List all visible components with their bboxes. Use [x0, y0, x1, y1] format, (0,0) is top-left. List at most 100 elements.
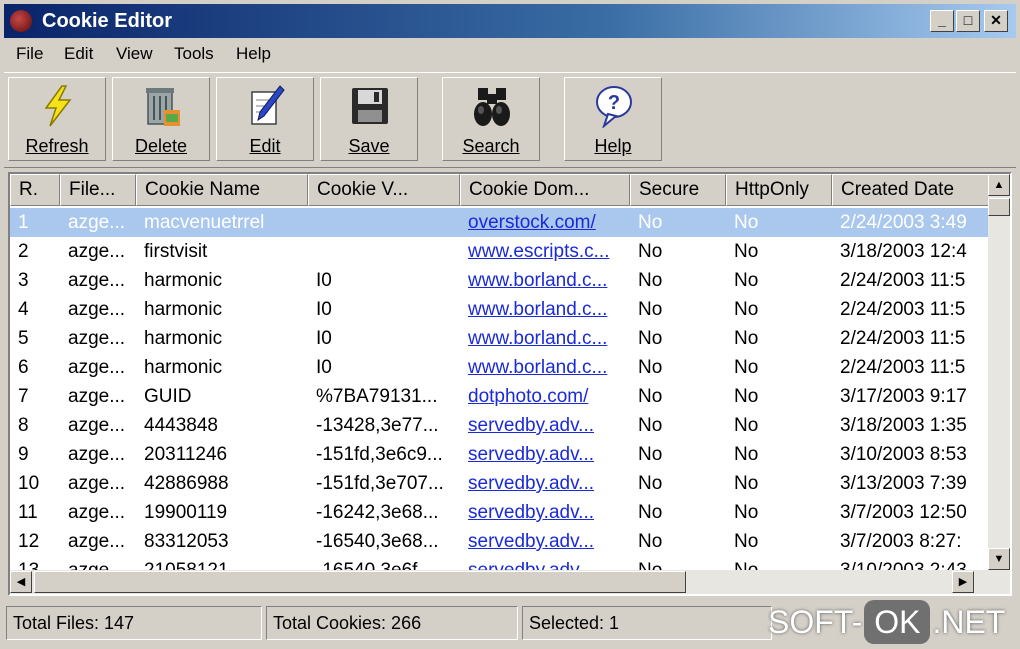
cell-cookie-domain[interactable]: servedby.adv... [460, 440, 630, 469]
cell-httponly: No [734, 270, 759, 291]
delete-label: Delete [134, 136, 188, 156]
column-header-httponly[interactable]: HttpOnly [726, 174, 832, 206]
cell-cookie-name: 42886988 [144, 473, 229, 494]
cell-cookie-name: firstvisit [144, 241, 208, 262]
scroll-up-icon[interactable]: ▲ [988, 174, 1010, 196]
cell-secure: No [638, 502, 663, 523]
column-header-cookie-domain[interactable]: Cookie Dom... [460, 174, 630, 206]
cell-cookie-name: 20311246 [144, 444, 228, 465]
table-row[interactable]: 3 azge... harmonic I0 www.borland.c... No No 2/… [10, 266, 990, 295]
close-button[interactable]: ✕ [984, 10, 1008, 32]
search-button[interactable]: Search [442, 77, 540, 161]
column-header-created-date[interactable]: Created Date [832, 174, 990, 206]
refresh-button[interactable]: Refresh [8, 77, 106, 161]
cell-file: azge... [68, 473, 126, 494]
table-row[interactable]: 8 azge... 4443848 -13428,3e77... servedby.ad… [10, 411, 990, 440]
vertical-scrollbar[interactable]: ▲ ▼ [988, 174, 1010, 570]
horizontal-scroll-thumb[interactable] [34, 571, 686, 593]
cell-cookie-name: GUID [144, 386, 192, 407]
table-row[interactable]: 2 azge... firstvisit www.escripts.c... No No 3… [10, 237, 990, 266]
help-button[interactable]: ? Help [564, 77, 662, 161]
cell-r: 1 [18, 212, 29, 233]
pen-icon [251, 85, 285, 125]
cell-created-date: 3/7/2003 8:27: [840, 531, 962, 552]
horizontal-scrollbar[interactable]: ◀ ▶ [10, 570, 1010, 594]
cell-cookie-name: 19900119 [144, 502, 228, 523]
cell-cookie-domain[interactable]: servedby.adv... [460, 411, 630, 440]
cell-cookie-value: -151fd,3e6c9... [316, 444, 443, 465]
status-total-files: Total Files: 147 [6, 606, 262, 640]
cell-created-date: 3/7/2003 12:50 [840, 502, 967, 523]
scroll-down-icon[interactable]: ▼ [988, 548, 1010, 570]
cell-cookie-value: -151fd,3e707... [316, 473, 444, 494]
save-button[interactable]: Save [320, 77, 418, 161]
cell-r: 8 [18, 415, 29, 436]
cell-cookie-domain[interactable]: servedby.adv... [460, 527, 630, 556]
menu-tools[interactable]: Tools [174, 44, 214, 64]
cell-cookie-domain[interactable]: overstock.com/ [460, 208, 630, 237]
cell-r: 5 [18, 328, 29, 349]
cell-cookie-name: 4443848 [144, 415, 218, 436]
table-row[interactable]: 5 azge... harmonic I0 www.borland.c... No No 2/… [10, 324, 990, 353]
cell-cookie-domain[interactable]: www.escripts.c... [460, 237, 630, 266]
menu-file[interactable]: File [16, 44, 43, 64]
cell-secure: No [638, 357, 663, 378]
cell-cookie-domain[interactable]: servedby.adv... [460, 498, 630, 527]
delete-button[interactable]: Delete [112, 77, 210, 161]
cell-file: azge... [68, 299, 126, 320]
vertical-scroll-thumb[interactable] [988, 198, 1010, 216]
table-row[interactable]: 10 azge... 42886988 -151fd,3e707... servedby… [10, 469, 990, 498]
table-row[interactable]: 11 azge... 19900119 -16242,3e68... servedby.… [10, 498, 990, 527]
scroll-left-icon[interactable]: ◀ [10, 571, 32, 593]
cell-cookie-domain[interactable]: www.borland.c... [460, 353, 630, 382]
search-label: Search [462, 136, 520, 156]
column-header-file[interactable]: File... [60, 174, 136, 206]
cell-r: 9 [18, 444, 29, 465]
cell-cookie-domain[interactable]: www.borland.c... [460, 295, 630, 324]
scroll-right-icon[interactable]: ▶ [952, 571, 974, 593]
cell-cookie-domain[interactable]: dotphoto.com/ [460, 382, 630, 411]
cell-httponly: No [734, 502, 759, 523]
column-header-cookie-value[interactable]: Cookie V... [308, 174, 460, 206]
refresh-label: Refresh [25, 136, 89, 156]
cookie-list[interactable]: R. File... Cookie Name Cookie V... Cooki… [8, 172, 1012, 596]
cell-cookie-domain[interactable]: www.borland.c... [460, 324, 630, 353]
cell-r: 6 [18, 357, 29, 378]
cell-secure: No [638, 415, 663, 436]
table-row[interactable]: 9 azge... 20311246 -151fd,3e6c9... servedby.… [10, 440, 990, 469]
cell-file: azge... [68, 212, 126, 233]
column-header-r[interactable]: R. [10, 174, 60, 206]
cell-cookie-domain[interactable]: servedby.adv... [460, 469, 630, 498]
minimize-button[interactable]: _ [930, 10, 954, 32]
cell-cookie-value: -13428,3e77... [316, 415, 439, 436]
table-row[interactable]: 1 azge... macvenuetrrel overstock.com/No No 2… [10, 208, 990, 237]
menu-help[interactable]: Help [236, 44, 271, 64]
cell-secure: No [638, 241, 663, 262]
cell-r: 12 [18, 531, 40, 552]
cell-created-date: 3/10/2003 8:53 [840, 444, 967, 465]
table-row[interactable]: 7 azge... GUID %7BA79131... dotphoto.com/No N… [10, 382, 990, 411]
cell-httponly: No [734, 241, 759, 262]
column-header-cookie-name[interactable]: Cookie Name [136, 174, 308, 206]
menu-bar: File Edit View Tools Help [4, 40, 1016, 68]
cell-cookie-value: I0 [316, 357, 332, 378]
maximize-button[interactable]: □ [956, 10, 980, 32]
cell-secure: No [638, 328, 663, 349]
cell-httponly: No [734, 299, 759, 320]
table-row[interactable]: 4 azge... harmonic I0 www.borland.c... No No 2/… [10, 295, 990, 324]
cell-httponly: No [734, 444, 759, 465]
menu-view[interactable]: View [116, 44, 153, 64]
column-header-secure[interactable]: Secure [630, 174, 726, 206]
menu-edit[interactable]: Edit [64, 44, 93, 64]
title-bar[interactable]: Cookie Editor _ □ ✕ [4, 4, 1016, 38]
cell-cookie-domain[interactable]: www.borland.c... [460, 266, 630, 295]
cell-secure: No [638, 299, 663, 320]
cell-cookie-value [308, 208, 460, 237]
cell-r: 3 [18, 270, 29, 291]
table-row[interactable]: 6 azge... harmonic I0 www.borland.c... No No 2/… [10, 353, 990, 382]
edit-button[interactable]: Edit [216, 77, 314, 161]
edit-label: Edit [249, 136, 281, 156]
cell-created-date: 2/24/2003 3:49 [840, 212, 967, 233]
table-row[interactable]: 12 azge... 83312053 -16540,3e68... servedby.… [10, 527, 990, 556]
cell-httponly: No [734, 531, 759, 552]
